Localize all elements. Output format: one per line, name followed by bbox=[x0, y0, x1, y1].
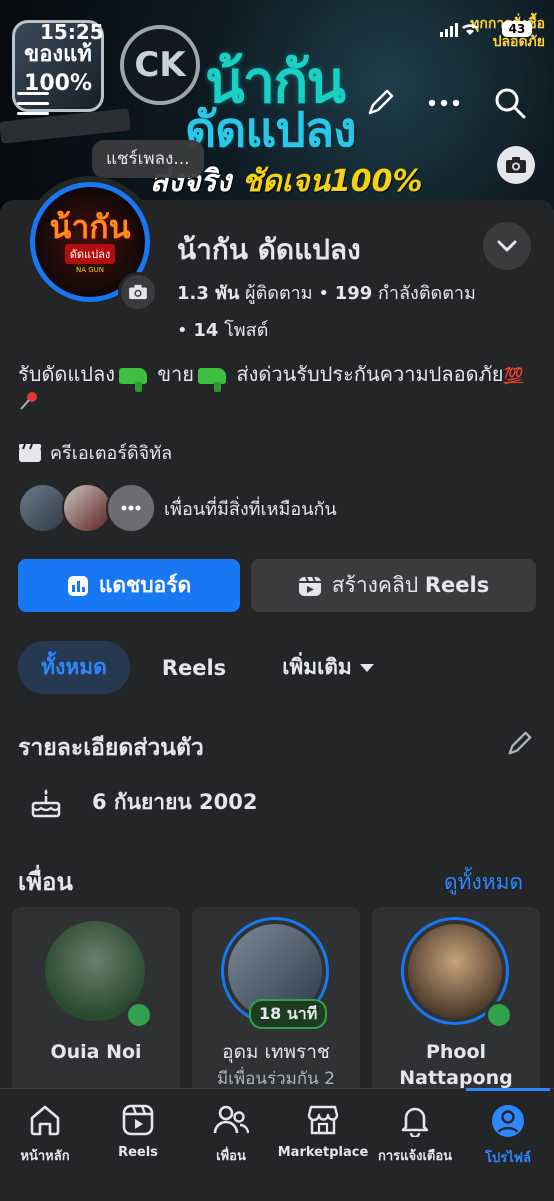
friend-card[interactable]: 18 นาที อุดม เทพราช มีเพื่อนร่วมกัน 2 bbox=[192, 907, 360, 1107]
cover-subtitle: ดัดแปลง bbox=[185, 102, 357, 158]
cover-camera-icon[interactable] bbox=[497, 146, 535, 184]
active-time-badge: 18 นาที bbox=[249, 999, 328, 1029]
friend-name: Ouia Noi bbox=[50, 1041, 142, 1063]
nav-notifications[interactable]: การแจ้งเตือน bbox=[376, 1103, 454, 1166]
nav-marketplace[interactable]: Marketplace bbox=[278, 1103, 368, 1160]
tab-reels[interactable]: Reels bbox=[148, 641, 240, 694]
clapper-icon bbox=[19, 443, 41, 462]
nav-reels[interactable]: Reels bbox=[99, 1103, 177, 1160]
birthday-text: 6 กันยายน 2002 bbox=[92, 790, 258, 814]
followers-label: ผู้ติดตาม • bbox=[239, 283, 335, 304]
online-indicator bbox=[485, 1001, 513, 1029]
friend-photo bbox=[408, 924, 502, 1018]
menu-icon[interactable] bbox=[13, 83, 53, 123]
post-stats: • 14 โพสต์ bbox=[177, 320, 269, 341]
mutual-more-icon bbox=[106, 483, 156, 533]
mutual-avatar bbox=[18, 483, 68, 533]
details-title: รายละเอียดส่วนตัว bbox=[18, 735, 204, 761]
follower-stats[interactable]: 1.3 พัน ผู้ติดตาม • 199 กำลังติดตาม bbox=[177, 278, 476, 307]
avatar-subtext: ดัดแปลง bbox=[64, 244, 116, 264]
posts-label: โพสต์ bbox=[218, 320, 269, 341]
avatar-text: น้ากัน bbox=[49, 208, 131, 246]
mutual-label: เพื่อนที่มีสิ่งที่เหมือนกัน bbox=[164, 498, 337, 520]
edit-details-icon[interactable] bbox=[505, 730, 533, 762]
category-row: ครีเอเตอร์ดิจิทัล bbox=[18, 438, 172, 467]
friend-name: อุดม เทพราช bbox=[222, 1041, 330, 1063]
nav-label: Reels bbox=[118, 1145, 158, 1160]
bell-icon bbox=[401, 1107, 429, 1137]
nav-label: โปรไฟล์ bbox=[485, 1151, 531, 1166]
pushpin-icon bbox=[18, 392, 40, 417]
friend-name: Phool Nattapong bbox=[399, 1041, 513, 1089]
birthday-cake-icon bbox=[31, 788, 61, 817]
share-song-tooltip[interactable]: แชร์เพลง... bbox=[92, 140, 204, 178]
marketplace-icon bbox=[307, 1105, 339, 1135]
create-reel-button[interactable]: สร้างคลิป Reels bbox=[251, 559, 536, 612]
following-count: 199 bbox=[334, 283, 373, 304]
status-time: 15:25 bbox=[40, 20, 104, 44]
dashboard-button[interactable]: แดชบอร์ด bbox=[18, 559, 240, 612]
followers-count: 1.3 พัน bbox=[177, 283, 240, 304]
tab-all[interactable]: ทั้งหมด bbox=[18, 641, 130, 694]
reels-icon bbox=[122, 1104, 154, 1136]
friend-card[interactable]: Phool Nattapong bbox=[372, 907, 540, 1107]
home-icon bbox=[30, 1105, 60, 1136]
posts-count: 14 bbox=[193, 320, 219, 341]
water-gun-icon bbox=[198, 367, 227, 392]
online-indicator bbox=[125, 1001, 153, 1029]
nav-active-indicator bbox=[466, 1088, 550, 1091]
profile-icon bbox=[492, 1105, 524, 1137]
friends-title: เพื่อน bbox=[18, 868, 73, 896]
friend-card[interactable]: Ouia Noi bbox=[12, 907, 180, 1107]
nav-label: เพื่อน bbox=[216, 1149, 246, 1164]
mutual-friends-row[interactable]: เพื่อนที่มีสิ่งที่เหมือนกัน bbox=[18, 483, 337, 533]
chart-icon bbox=[67, 575, 88, 596]
hundred-emoji: 💯 bbox=[503, 366, 524, 385]
see-all-friends-link[interactable]: ดูทั้งหมด bbox=[444, 866, 523, 899]
nav-label: หน้าหลัก bbox=[20, 1149, 70, 1164]
following-label: กำลังติดตาม bbox=[372, 283, 476, 304]
bio: รับดัดแปลง ขาย ส่งด่วนรับประกันความปลอดภ… bbox=[18, 360, 528, 419]
signal-icon bbox=[440, 23, 478, 37]
avatar-caption: NA GUN bbox=[75, 266, 105, 274]
nav-profile[interactable]: โปรไฟล์ bbox=[469, 1103, 547, 1168]
caret-down-icon bbox=[359, 663, 374, 672]
bottom-nav: หน้าหลัก Reels เพื่อน Marketplace การแจ้… bbox=[0, 1088, 554, 1201]
chevron-down-icon[interactable] bbox=[483, 222, 531, 270]
nav-friends[interactable]: เพื่อน bbox=[192, 1103, 270, 1166]
reels-icon bbox=[298, 576, 321, 596]
nav-home[interactable]: หน้าหลัก bbox=[6, 1103, 84, 1166]
water-gun-icon bbox=[119, 367, 148, 392]
avatar-camera-icon[interactable] bbox=[118, 272, 158, 312]
birthday-row: 6 กันยายน 2002 bbox=[30, 786, 258, 819]
friends-icon bbox=[213, 1105, 249, 1134]
profile-name: น้ากัน ดัดแปลง bbox=[177, 233, 361, 266]
pencil-icon[interactable] bbox=[360, 83, 400, 123]
more-icon[interactable] bbox=[424, 83, 464, 123]
nav-label: Marketplace bbox=[277, 1145, 369, 1160]
battery-icon: 43 bbox=[502, 21, 532, 37]
mutual-avatar bbox=[62, 483, 112, 533]
tab-more[interactable]: เพิ่มเติม bbox=[262, 641, 394, 694]
nav-label: การแจ้งเตือน bbox=[377, 1149, 453, 1164]
signal-wifi-icons bbox=[440, 22, 496, 42]
search-icon[interactable] bbox=[490, 83, 530, 123]
